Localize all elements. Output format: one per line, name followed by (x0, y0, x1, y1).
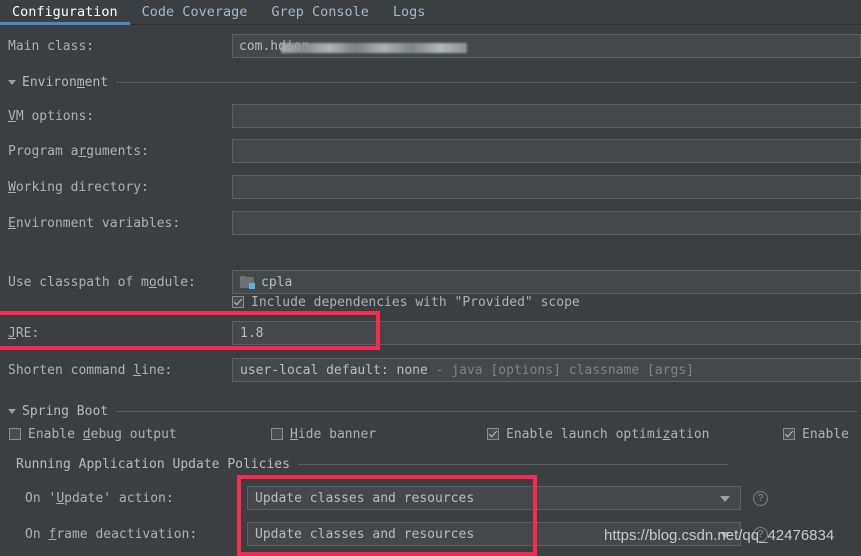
module-combo-content: cpla (233, 275, 292, 290)
environment-variables-input[interactable] (232, 211, 861, 235)
main-class-label: Main class: (8, 38, 95, 54)
shorten-command-line-content: user-local default: none - java [options… (233, 363, 694, 378)
on-update-action-row: On 'Update' action: Update classes and r… (0, 483, 861, 513)
shorten-command-line-label: Shorten command line: (8, 362, 173, 378)
use-classpath-of-module-value: cpla (261, 274, 293, 290)
tab-bar: Configuration Code Coverage Grep Console… (0, 0, 861, 25)
tab-grep-console-label: Grep Console (271, 3, 369, 20)
include-dependencies-row: Include dependencies with "Provided" sco… (0, 289, 861, 315)
working-directory-input[interactable] (232, 175, 861, 199)
tab-configuration[interactable]: Configuration (0, 1, 130, 25)
chevron-down-icon[interactable] (720, 496, 730, 502)
include-dependencies-label: Include dependencies with "Provided" sco… (251, 294, 580, 310)
tab-logs[interactable]: Logs (381, 1, 438, 24)
shorten-command-line-row: Shorten command line: user-local default… (0, 355, 861, 385)
hide-banner-label: Hide banner (290, 426, 377, 442)
jre-value: 1.8 (240, 325, 264, 341)
on-update-action-value: Update classes and resources (255, 490, 475, 506)
enable-launch-optimization-label: Enable launch optimization (506, 426, 710, 442)
shorten-command-line-hint: - java [options] classname [args] (435, 362, 694, 378)
use-classpath-of-module-label: Use classpath of module: (8, 274, 196, 290)
working-directory-row: Working directory: (0, 172, 861, 202)
on-update-action-combo[interactable]: Update classes and resources (247, 486, 741, 510)
on-update-action-label: On 'Update' action: (25, 490, 174, 506)
working-directory-label: Working directory: (8, 179, 149, 195)
jre-label: JRE: (8, 325, 40, 341)
program-arguments-label: Program arguments: (8, 143, 149, 159)
tab-grep-console[interactable]: Grep Console (259, 1, 381, 24)
program-arguments-row: Program arguments: (0, 136, 861, 166)
checkbox-box-icon[interactable] (232, 296, 244, 308)
main-class-row: Main class: com.hdion (0, 31, 861, 61)
tab-configuration-label: Configuration (12, 3, 118, 20)
enable-launch-optimization-checkbox[interactable]: Enable launch optimization (487, 427, 710, 442)
shorten-command-line-combo[interactable]: user-local default: none - java [options… (232, 358, 861, 382)
help-icon[interactable]: ? (753, 490, 768, 506)
update-policies-section-header: Running Application Update Policies (0, 454, 861, 474)
main-class-field[interactable]: com.hdion (232, 34, 861, 58)
environment-variables-label: Environment variables: (8, 215, 181, 231)
section-divider (116, 81, 857, 83)
enable-debug-output-label: Enable debug output (28, 426, 177, 442)
jre-row: JRE: 1.8 (0, 318, 861, 348)
update-policies-section-label: Running Application Update Policies (16, 456, 290, 472)
enable-debug-output-checkbox[interactable]: Enable debug output (9, 427, 177, 442)
enable-partial-checkbox[interactable]: Enable (783, 427, 849, 442)
section-divider (116, 410, 857, 412)
shorten-command-line-value: user-local default: none (240, 362, 428, 378)
environment-variables-row: Environment variables: (0, 208, 861, 238)
checkbox-box-icon[interactable] (487, 428, 499, 440)
tab-logs-label: Logs (392, 3, 426, 20)
checkbox-box-icon[interactable] (9, 428, 21, 440)
checkbox-box-icon[interactable] (271, 428, 283, 440)
main-class-value-wrap: com.hdion (239, 38, 467, 54)
chevron-down-icon[interactable] (8, 79, 16, 85)
tab-code-coverage-label: Code Coverage (141, 3, 248, 20)
vm-options-input[interactable] (232, 104, 861, 128)
program-arguments-input[interactable] (232, 139, 861, 163)
section-divider (297, 463, 728, 465)
tab-code-coverage[interactable]: Code Coverage (130, 1, 260, 24)
environment-section-label: Environment (22, 74, 109, 90)
jre-combo[interactable]: 1.8 (232, 321, 861, 345)
module-icon (240, 275, 255, 289)
watermark-text: https://blog.csdn.net/qq_42476834 (604, 527, 835, 544)
spring-boot-section-label: Spring Boot (22, 403, 109, 419)
chevron-down-icon[interactable] (8, 408, 16, 414)
vm-options-row: VM options: (0, 101, 861, 131)
environment-section-header[interactable]: Environment (0, 72, 861, 92)
run-configuration-panel: Configuration Code Coverage Grep Console… (0, 0, 861, 556)
main-class-value: com.hd (239, 38, 286, 54)
vm-options-label: VM options: (8, 108, 95, 124)
main-class-redaction-overlay (281, 42, 467, 53)
spring-boot-options-row: Enable debug output Hide banner Enable l… (0, 422, 861, 446)
on-frame-deactivation-label: On frame deactivation: (25, 526, 198, 542)
enable-partial-label: Enable (802, 426, 849, 442)
include-dependencies-checkbox[interactable]: Include dependencies with "Provided" sco… (232, 295, 580, 310)
checkbox-box-icon[interactable] (783, 428, 795, 440)
on-frame-deactivation-value: Update classes and resources (255, 526, 475, 542)
spring-boot-section-header[interactable]: Spring Boot (0, 401, 861, 421)
hide-banner-checkbox[interactable]: Hide banner (271, 427, 376, 442)
